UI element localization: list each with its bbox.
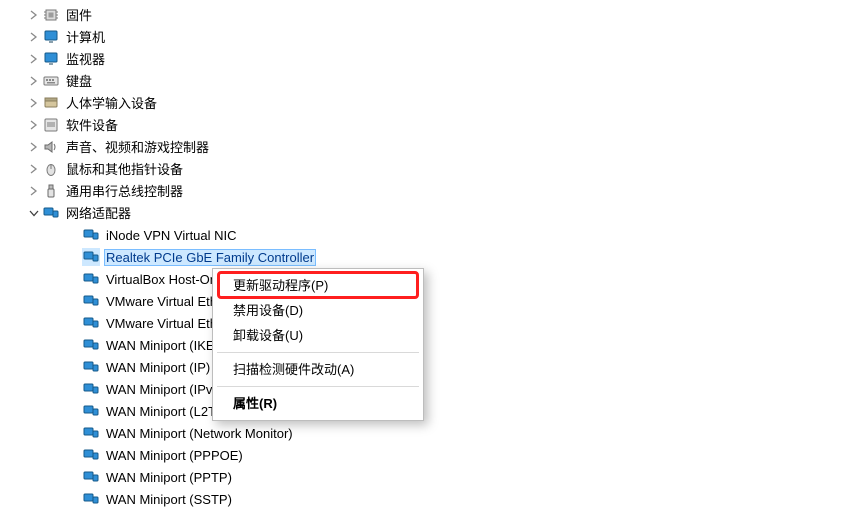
category-firmware[interactable]: 固件 <box>0 4 861 26</box>
adapter-item[interactable]: WAN Miniport (IPv <box>0 378 861 400</box>
adapter-label: WAN Miniport (PPTP) <box>104 469 234 486</box>
chevron-right-icon[interactable] <box>26 76 42 86</box>
menu-uninstall-device[interactable]: 卸载设备(U) <box>215 323 421 348</box>
category-label: 声音、视频和游戏控制器 <box>64 139 211 156</box>
category-label: 人体学输入设备 <box>64 95 159 112</box>
adapter-label: iNode VPN Virtual NIC <box>104 227 239 244</box>
adapter-label: Realtek PCIe GbE Family Controller <box>104 249 316 266</box>
category-label: 通用串行总线控制器 <box>64 183 185 200</box>
chevron-right-icon[interactable] <box>26 142 42 152</box>
adapter-item[interactable]: WAN Miniport (IKE <box>0 334 861 356</box>
network-adapter-icon <box>82 468 100 486</box>
hid-icon <box>42 94 60 112</box>
adapter-label: WAN Miniport (IPv <box>104 381 214 398</box>
network-adapter-icon <box>82 292 100 310</box>
usb-icon <box>42 182 60 200</box>
speaker-icon <box>42 138 60 156</box>
chevron-right-icon[interactable] <box>26 120 42 130</box>
category-label: 键盘 <box>64 73 94 90</box>
category-computer[interactable]: 计算机 <box>0 26 861 48</box>
adapter-label: WAN Miniport (SSTP) <box>104 491 234 508</box>
adapter-item[interactable]: VMware Virtual Eth <box>0 312 861 334</box>
monitor-icon <box>42 28 60 46</box>
adapter-label: WAN Miniport (IP) <box>104 359 212 376</box>
adapter-item[interactable]: WAN Miniport (L2TP) <box>0 400 861 422</box>
network-adapter-icon <box>82 358 100 376</box>
mouse-icon <box>42 160 60 178</box>
chip-icon <box>42 6 60 24</box>
adapter-item[interactable]: WAN Miniport (Network Monitor) <box>0 422 861 444</box>
category-sound[interactable]: 声音、视频和游戏控制器 <box>0 136 861 158</box>
adapter-label: VMware Virtual Eth <box>104 293 219 310</box>
category-label: 鼠标和其他指针设备 <box>64 161 185 178</box>
monitor-icon <box>42 50 60 68</box>
category-network-adapters[interactable]: 网络适配器 <box>0 202 861 224</box>
network-adapter-icon <box>82 380 100 398</box>
chevron-right-icon[interactable] <box>26 32 42 42</box>
chevron-right-icon[interactable] <box>26 54 42 64</box>
adapter-item[interactable]: Realtek PCIe GbE Family Controller <box>0 246 861 268</box>
category-label: 固件 <box>64 7 94 24</box>
category-hid[interactable]: 人体学输入设备 <box>0 92 861 114</box>
category-mouse[interactable]: 鼠标和其他指针设备 <box>0 158 861 180</box>
network-adapter-icon <box>82 490 100 508</box>
category-label: 监视器 <box>64 51 107 68</box>
software-icon <box>42 116 60 134</box>
network-adapter-icon <box>42 204 60 222</box>
chevron-down-icon[interactable] <box>26 208 42 218</box>
chevron-right-icon[interactable] <box>26 10 42 20</box>
context-menu: 更新驱动程序(P) 禁用设备(D) 卸载设备(U) 扫描检测硬件改动(A) 属性… <box>212 268 424 421</box>
category-label: 计算机 <box>64 29 107 46</box>
category-software[interactable]: 软件设备 <box>0 114 861 136</box>
adapter-label: WAN Miniport (PPPOE) <box>104 447 245 464</box>
category-keyboard[interactable]: 键盘 <box>0 70 861 92</box>
menu-properties[interactable]: 属性(R) <box>215 391 421 416</box>
chevron-right-icon[interactable] <box>26 98 42 108</box>
adapter-label: WAN Miniport (Network Monitor) <box>104 425 295 442</box>
category-label: 网络适配器 <box>64 205 133 222</box>
chevron-right-icon[interactable] <box>26 186 42 196</box>
menu-separator <box>217 352 419 353</box>
network-adapter-icon <box>82 314 100 332</box>
adapter-item[interactable]: WAN Miniport (IP) <box>0 356 861 378</box>
adapter-label: WAN Miniport (IKE <box>104 337 217 354</box>
menu-scan-hardware[interactable]: 扫描检测硬件改动(A) <box>215 357 421 382</box>
device-tree: 固件 计算机 监视器 键盘 人体学输入设备 软件设备 声音、视频和游戏控制器 鼠… <box>0 0 861 510</box>
adapter-item[interactable]: WAN Miniport (PPPOE) <box>0 444 861 466</box>
network-adapter-icon <box>82 270 100 288</box>
network-adapter-icon <box>82 248 100 266</box>
category-usb[interactable]: 通用串行总线控制器 <box>0 180 861 202</box>
adapter-item[interactable]: VirtualBox Host-On <box>0 268 861 290</box>
category-label: 软件设备 <box>64 117 120 134</box>
adapter-item[interactable]: WAN Miniport (PPTP) <box>0 466 861 488</box>
keyboard-icon <box>42 72 60 90</box>
menu-separator <box>217 386 419 387</box>
network-adapter-icon <box>82 424 100 442</box>
category-monitor[interactable]: 监视器 <box>0 48 861 70</box>
adapter-item[interactable]: WAN Miniport (SSTP) <box>0 488 861 510</box>
adapter-item[interactable]: iNode VPN Virtual NIC <box>0 224 861 246</box>
chevron-right-icon[interactable] <box>26 164 42 174</box>
adapter-label: VirtualBox Host-On <box>104 271 219 288</box>
adapter-item[interactable]: VMware Virtual Eth <box>0 290 861 312</box>
adapter-label: VMware Virtual Eth <box>104 315 219 332</box>
network-adapter-icon <box>82 446 100 464</box>
menu-disable-device[interactable]: 禁用设备(D) <box>215 298 421 323</box>
menu-update-driver[interactable]: 更新驱动程序(P) <box>215 273 421 298</box>
network-adapter-icon <box>82 336 100 354</box>
network-adapter-icon <box>82 402 100 420</box>
network-adapter-icon <box>82 226 100 244</box>
